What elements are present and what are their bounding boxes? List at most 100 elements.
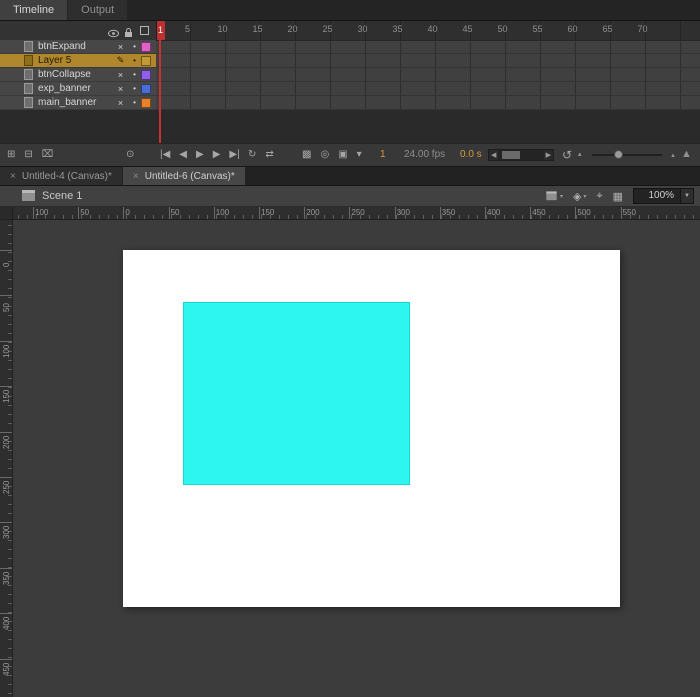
lock-dot-icon[interactable]: • <box>128 84 141 93</box>
outline-color-swatch[interactable] <box>141 55 151 66</box>
center-stage-button[interactable]: ⌖ <box>596 190 602 203</box>
current-frame-display[interactable]: 1 <box>380 144 386 166</box>
frame-row[interactable] <box>156 82 700 96</box>
ruler-label: 250 <box>2 480 11 494</box>
zoom-slider-handle[interactable] <box>614 150 623 159</box>
zoom-caret-icon[interactable]: ▴ <box>578 144 582 166</box>
panel-tab-bar: Timeline Output <box>0 0 700 21</box>
frame-number: 20 <box>287 24 298 34</box>
scroll-right-icon[interactable]: ▶ <box>544 151 553 159</box>
doc-tab-untitled-6[interactable]: × Untitled-6 (Canvas)* <box>122 167 245 185</box>
frame-row[interactable] <box>156 40 700 54</box>
hidden-x-icon[interactable]: × <box>113 84 128 94</box>
ruler-tick <box>620 207 622 219</box>
step-back-button[interactable]: ◀ <box>179 144 187 166</box>
timeline-zoom-slider[interactable] <box>592 150 662 159</box>
lock-dot-icon[interactable]: • <box>128 42 141 51</box>
delete-layer-button[interactable]: ⌧ <box>42 144 54 166</box>
edit-scene-button[interactable]: ▾ <box>545 191 563 201</box>
go-first-frame-button[interactable]: |◀ <box>160 144 170 166</box>
scroll-handle[interactable] <box>502 151 521 159</box>
onion-skin-buttons-group: ▩ ◎ ▣ ▾ <box>302 144 362 166</box>
frame-number: 50 <box>497 24 508 34</box>
ruler-label: 100 <box>215 208 230 217</box>
layer-name-label: main_banner <box>38 97 97 108</box>
frame-number: 55 <box>532 24 543 34</box>
outline-color-swatch[interactable] <box>141 41 151 52</box>
playhead-marker[interactable]: 1 <box>156 21 165 40</box>
ruler-label: 50 <box>170 208 180 217</box>
onion-skin-outlines-button[interactable]: ◎ <box>320 144 329 166</box>
outline-color-swatch[interactable] <box>141 69 151 80</box>
ruler-tick <box>0 250 12 251</box>
playhead-line[interactable] <box>159 40 161 144</box>
scroll-left-icon[interactable]: ◀ <box>489 151 498 159</box>
elapsed-time-display[interactable]: 0.0 s <box>460 144 482 166</box>
frame-range-button[interactable]: ⇄ <box>265 144 273 166</box>
lock-dot-icon[interactable]: • <box>128 70 141 79</box>
go-last-frame-button[interactable]: ▶| <box>229 144 239 166</box>
chevron-down-icon: ▾ <box>583 193 587 200</box>
tab-output[interactable]: Output <box>68 0 128 20</box>
doc-tab-untitled-4[interactable]: × Untitled-4 (Canvas)* <box>0 167 122 185</box>
frame-ruler[interactable]: 1 5 10 15 20 25 30 35 40 45 50 55 60 65 70 <box>156 21 700 41</box>
reset-timeline-zoom-icon[interactable]: ↺ <box>562 144 572 166</box>
vertical-ruler: 0 50 100 150 200 250 300 350 400 450 <box>0 207 13 697</box>
frame-number: 30 <box>357 24 368 34</box>
document-tab-bar: × Untitled-4 (Canvas)* × Untitled-6 (Can… <box>0 167 700 186</box>
frame-rate-display[interactable]: 24.00 fps <box>404 144 445 166</box>
timeline-toolbar: ⊞ ⊟ ⌧ ⊙ |◀ ◀ ▶ ▶ ▶| ↻ ⇄ ▩ ◎ ▣ ▾ 1 24.00 fps 0.0 s … <box>0 143 700 166</box>
ruler-label: 400 <box>2 616 11 631</box>
layer-row-main_banner[interactable]: main_banner × • <box>0 96 156 110</box>
pencil-icon[interactable]: ✎ <box>113 55 128 66</box>
frame-number: 65 <box>602 24 613 34</box>
edit-multiple-frames-button[interactable]: ▣ <box>338 144 347 166</box>
ruler-tick <box>0 386 12 388</box>
layer-row-exp_banner[interactable]: exp_banner × • <box>0 82 156 96</box>
layer-row-btnexpand[interactable]: btnExpand × • <box>0 40 156 54</box>
scroll-track[interactable] <box>498 150 544 160</box>
frame-row[interactable] <box>156 68 700 82</box>
zoom-control[interactable]: 100% ▼ <box>633 188 694 204</box>
close-icon[interactable]: × <box>10 171 16 182</box>
hidden-x-icon[interactable]: × <box>113 98 128 108</box>
layer-name-label: btnCollapse <box>38 69 91 80</box>
zoom-out-frames-icon[interactable]: ▲ <box>670 153 676 159</box>
outline-column-icon[interactable] <box>140 26 149 35</box>
frame-row[interactable] <box>156 54 700 68</box>
layer-name-label: btnExpand <box>38 41 86 52</box>
modify-markers-button[interactable]: ▾ <box>357 144 362 166</box>
scene-name[interactable]: Scene 1 <box>42 190 82 202</box>
tab-timeline[interactable]: Timeline <box>0 0 68 20</box>
close-icon[interactable]: × <box>133 171 139 182</box>
frame-row[interactable] <box>156 96 700 110</box>
cyan-rectangle-shape[interactable] <box>183 302 410 485</box>
outline-color-swatch[interactable] <box>141 97 151 108</box>
zoom-dropdown-icon[interactable]: ▼ <box>680 189 693 203</box>
lock-dot-icon[interactable]: • <box>128 98 141 107</box>
frame-grid[interactable] <box>156 40 700 144</box>
timeline-panel: 1 5 10 15 20 25 30 35 40 45 50 55 60 65 70 btnExpand ×… <box>0 21 700 167</box>
stage[interactable] <box>123 250 620 607</box>
layer-row-btncollapse[interactable]: btnCollapse × • <box>0 68 156 82</box>
ruler-corner <box>0 207 13 220</box>
hidden-x-icon[interactable]: × <box>113 70 128 80</box>
edit-symbols-button[interactable]: ◈ ▾ <box>573 190 586 203</box>
loop-playback-button[interactable]: ↻ <box>248 144 256 166</box>
play-button[interactable]: ▶ <box>196 144 204 166</box>
layer-page-icon <box>24 41 33 52</box>
timeline-scrollbar[interactable]: ◀ ▶ <box>488 149 554 161</box>
new-layer-button[interactable]: ⊞ <box>7 144 15 166</box>
hidden-x-icon[interactable]: × <box>113 42 128 52</box>
new-folder-button[interactable]: ⊟ <box>24 144 32 166</box>
onion-skin-button[interactable]: ▩ <box>302 144 311 166</box>
grid-button[interactable]: ▦ <box>613 190 623 203</box>
zoom-in-frames-icon[interactable]: ▲ <box>681 148 692 160</box>
layer-row-layer-5[interactable]: Layer 5 ✎ • <box>0 54 156 68</box>
center-frame-button[interactable]: ⊙ <box>126 144 134 166</box>
stage-viewport[interactable]: 100 50 0 50 100 150 200 250 300 350 400 450 500 550 0… <box>0 207 700 697</box>
lock-dot-icon[interactable]: • <box>128 56 141 65</box>
outline-color-swatch[interactable] <box>141 83 151 94</box>
step-forward-button[interactable]: ▶ <box>213 144 221 166</box>
chevron-down-icon: ▾ <box>559 193 563 200</box>
